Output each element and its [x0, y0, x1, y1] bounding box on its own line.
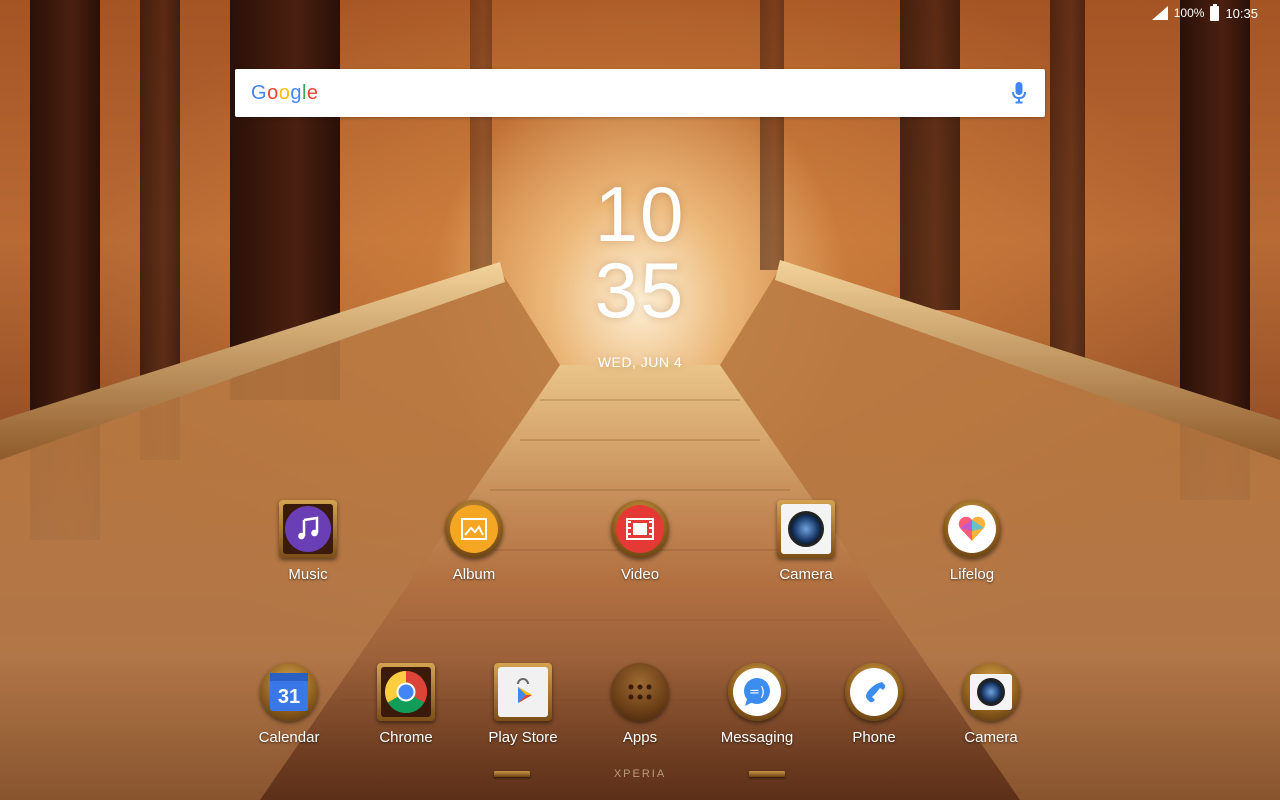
dock-app-messaging[interactable]: =) Messaging	[702, 663, 812, 746]
clock-hours: 10	[594, 170, 686, 258]
album-icon	[445, 500, 503, 558]
status-time: 10:35	[1225, 5, 1258, 21]
calendar-icon: 31	[260, 663, 318, 721]
clock-widget[interactable]: 10 35 WED, JUN 4	[560, 170, 720, 370]
signal-icon	[1151, 6, 1168, 20]
battery-icon	[1210, 3, 1220, 21]
clock-minutes: 35	[594, 246, 686, 334]
app-album[interactable]: Album	[419, 500, 529, 583]
app-label: Camera	[964, 729, 1018, 746]
app-label: Phone	[852, 729, 896, 746]
svg-text:=): =)	[749, 685, 765, 700]
apps-grid-icon	[611, 663, 669, 721]
chrome-icon	[377, 663, 435, 721]
app-label: Play Store	[488, 729, 558, 746]
dock-app-chrome[interactable]: Chrome	[351, 663, 461, 746]
google-logo-letter: o	[278, 81, 291, 104]
app-label: Album	[452, 566, 496, 583]
camera-icon	[962, 663, 1020, 721]
dock-app-phone[interactable]: Phone	[819, 663, 929, 746]
dock-app-play-store[interactable]: Play Store	[468, 663, 578, 746]
app-label: Camera	[779, 566, 833, 583]
google-logo-letter: e	[306, 81, 319, 104]
dock-shelf	[494, 771, 530, 777]
google-logo-letter: g	[290, 81, 302, 104]
app-label: Video	[620, 566, 660, 583]
app-label: Lifelog	[949, 566, 995, 583]
app-label: Music	[288, 566, 328, 583]
app-lifelog[interactable]: Lifelog	[917, 500, 1027, 583]
wallpaper-fog	[0, 440, 1280, 800]
google-logo: Google	[251, 82, 319, 105]
camera-icon	[777, 500, 835, 558]
app-camera[interactable]: Camera	[751, 500, 861, 583]
calendar-day: 31	[277, 686, 301, 708]
play-store-icon	[494, 663, 552, 721]
lifelog-icon	[943, 500, 1001, 558]
status-bar: 100% 10:35	[980, 0, 1280, 26]
app-video[interactable]: Video	[585, 500, 695, 583]
app-music[interactable]: Music	[253, 500, 363, 583]
microphone-icon[interactable]	[1011, 81, 1027, 105]
battery-percent: 100%	[1173, 6, 1205, 20]
google-search-bar[interactable]: Google	[235, 69, 1045, 117]
video-icon	[611, 500, 669, 558]
music-icon	[279, 500, 337, 558]
phone-icon	[845, 663, 903, 721]
google-logo-letter: o	[267, 81, 279, 104]
app-label: Apps	[622, 729, 658, 746]
dock-app-apps[interactable]: Apps	[585, 663, 695, 746]
app-label: Calendar	[258, 729, 320, 746]
clock-date: WED, JUN 4	[597, 354, 683, 370]
app-label: Chrome	[379, 729, 433, 746]
google-logo-letter: G	[251, 81, 268, 104]
dock-app-calendar[interactable]: 31 Calendar	[234, 663, 344, 746]
dock-app-camera[interactable]: Camera	[936, 663, 1046, 746]
messaging-icon: =)	[728, 663, 786, 721]
dock-shelf	[749, 771, 785, 777]
app-label: Messaging	[720, 729, 794, 746]
xperia-logo: XPERIA	[613, 768, 667, 780]
